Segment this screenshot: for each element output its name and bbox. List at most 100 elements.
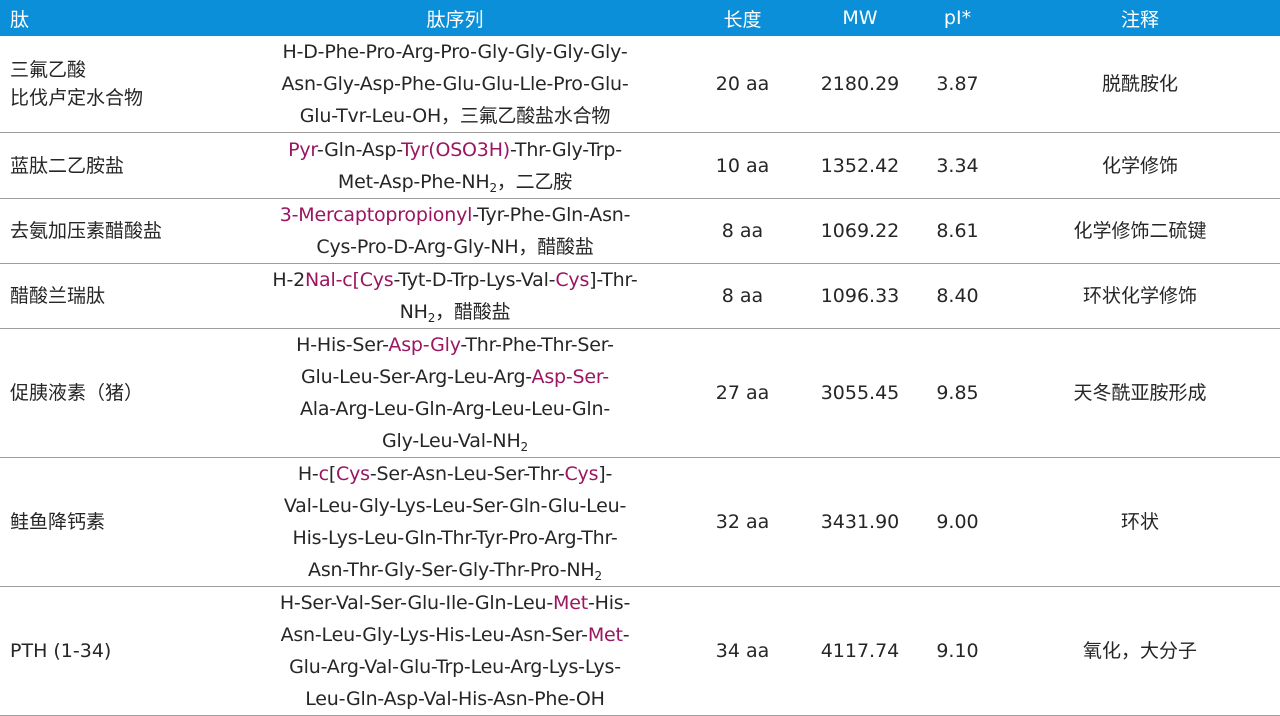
sequence-text: [ xyxy=(328,463,337,485)
sequence-text: Glu-Tvr-Leu-OH，三氟乙酸盐水合物 xyxy=(299,105,611,127)
highlighted-residue: Met xyxy=(553,592,588,614)
subscript: 2 xyxy=(520,440,529,454)
sequence-line: Glu-Arg-Val-Glu-Trp-Leu-Arg-Lys-Lys- xyxy=(230,651,680,683)
sequence-text: Asn-Gly-Asp-Phe-Glu-Glu-Lle-Pro-Glu- xyxy=(281,73,629,95)
peptide-mw: 1069.22 xyxy=(805,198,915,264)
peptide-name: 去氨加压素醋酸盐 xyxy=(0,198,230,264)
sequence-text: -Gln-Asp- xyxy=(316,138,402,161)
sequence-line: Met-Asp-Phe-NH2，二乙胺 xyxy=(230,166,680,198)
sequence-text: His-Lys-Leu-Gln-Thr-Tyr-Pro-Arg-Thr- xyxy=(292,527,618,549)
peptide-note: 环状化学修饰 xyxy=(1000,263,1280,329)
sequence-text: Asn-Thr-Gly-Ser-Gly-Thr-Pro-NH xyxy=(308,559,595,581)
peptide-sequence: 3-Mercaptopropionyl-Tyr-Phe-Gln-Asn- Cys-… xyxy=(230,198,680,264)
peptide-pi: 8.61 xyxy=(915,198,1000,264)
peptide-name: 蓝肽二乙胺盐 xyxy=(0,132,230,199)
sequence-line: H-Ser-Val-Ser-Glu-Ile-Gln-Leu-Met-His- xyxy=(230,587,680,619)
sequence-text: Met-Asp-Phe-NH xyxy=(337,170,490,193)
sequence-text: H-Ser-Val-Ser-Glu-Ile-Gln-Leu- xyxy=(279,592,554,614)
sequence-line: Pyr-Gln-Asp-Tyr(OSO3H)-Thr-Gly-Trp- xyxy=(230,134,680,166)
peptide-note: 氧化，大分子 xyxy=(1000,586,1280,716)
sequence-text: Cys-Pro-D-Arg-Gly-NH，醋酸盐 xyxy=(316,236,594,258)
sequence-line: Glu-Tvr-Leu-OH，三氟乙酸盐水合物 xyxy=(230,100,680,132)
peptide-table: 肽 肽序列 长度 MW pI* 注释 三氟乙酸 比伐卢定水合物 H-D-Phe-… xyxy=(0,0,1280,716)
peptide-note: 环状 xyxy=(1000,457,1280,587)
peptide-note: 化学修饰二硫键 xyxy=(1000,198,1280,264)
peptide-mw: 1096.33 xyxy=(805,263,915,329)
header-mw: MW xyxy=(805,0,915,36)
sequence-text: H-His-Ser- xyxy=(296,334,389,356)
sequence-line: Asn-Gly-Asp-Phe-Glu-Glu-Lle-Pro-Glu- xyxy=(230,68,680,100)
peptide-length: 20 aa xyxy=(680,36,805,133)
sequence-line: H-His-Ser-Asp-Gly-Thr-Phe-Thr-Ser- xyxy=(230,329,680,361)
peptide-pi: 3.87 xyxy=(915,36,1000,133)
sequence-text: Ala-Arg-Leu-Gln-Arg-Leu-Leu-Gln- xyxy=(299,398,611,420)
peptide-pi: 9.10 xyxy=(915,586,1000,716)
highlighted-residue: Cys xyxy=(336,463,370,485)
peptide-sequence: H-D-Phe-Pro-Arg-Pro-Gly-Gly-Gly-Gly- Asn-… xyxy=(230,36,680,133)
sequence-text: ，二乙胺 xyxy=(496,170,573,193)
sequence-line: H-2Nal-c[Cys-Tyt-D-Trp-Lys-Val-Cys]-Thr- xyxy=(230,264,680,296)
sequence-text: - xyxy=(622,624,630,646)
header-peptide: 肽 xyxy=(0,0,230,36)
sequence-line: H-D-Phe-Pro-Arg-Pro-Gly-Gly-Gly-Gly- xyxy=(230,36,680,68)
peptide-mw: 2180.29 xyxy=(805,36,915,133)
sequence-text: -Ser-Asn-Leu-Ser-Thr- xyxy=(369,463,565,485)
header-pi: pI* xyxy=(915,0,1000,36)
sequence-text: H-D-Phe-Pro-Arg-Pro-Gly-Gly-Gly-Gly- xyxy=(282,41,628,63)
peptide-pi: 3.34 xyxy=(915,132,1000,199)
peptide-name: 鲑鱼降钙素 xyxy=(0,457,230,587)
sequence-text: Glu-Arg-Val-Glu-Trp-Leu-Arg-Lys-Lys- xyxy=(289,656,621,678)
highlighted-residue: Cys xyxy=(564,463,599,485)
table-row: PTH (1-34) H-Ser-Val-Ser-Glu-Ile-Gln-Leu… xyxy=(0,586,1280,716)
subscript: 2 xyxy=(594,569,603,583)
peptide-sequence: Pyr-Gln-Asp-Tyr(OSO3H)-Thr-Gly-Trp- Met-A… xyxy=(230,132,680,199)
sequence-line: H-c[Cys-Ser-Asn-Leu-Ser-Thr-Cys]- xyxy=(230,458,680,490)
table-row: 去氨加压素醋酸盐 3-Mercaptopropionyl-Tyr-Phe-Gln… xyxy=(0,198,1280,264)
sequence-text: Asn-Leu-Gly-Lys-His-Leu-Asn-Ser- xyxy=(280,624,588,646)
sequence-text: -Tyr-Phe-Gln-Asn- xyxy=(472,204,631,226)
sequence-text: -His- xyxy=(587,592,631,614)
sequence-text: Gly-Leu-Val-NH xyxy=(382,430,521,452)
highlighted-residue: Pyr xyxy=(288,138,317,161)
sequence-text: -Thr-Gly-Trp- xyxy=(510,138,622,161)
peptide-note: 化学修饰 xyxy=(1000,132,1280,199)
sequence-text: ]-Thr- xyxy=(589,269,638,291)
highlighted-residue: 3-Mercaptopropionyl xyxy=(279,204,473,226)
peptide-name: 促胰液素（猪） xyxy=(0,328,230,458)
peptide-name-line1: 三氟乙酸 xyxy=(10,59,87,81)
sequence-text: Leu-Gln-Asp-Val-His-Asn-Phe-OH xyxy=(305,688,605,710)
peptide-sequence: H-Ser-Val-Ser-Glu-Ile-Gln-Leu-Met-His- As… xyxy=(230,586,680,716)
highlighted-residue: Cys xyxy=(555,269,590,291)
sequence-line: Asn-Thr-Gly-Ser-Gly-Thr-Pro-NH2 xyxy=(230,554,680,586)
peptide-length: 32 aa xyxy=(680,457,805,587)
sequence-line: Glu-Leu-Ser-Arg-Leu-Arg-Asp-Ser- xyxy=(230,361,680,393)
sequence-line: Asn-Leu-Gly-Lys-His-Leu-Asn-Ser-Met- xyxy=(230,619,680,651)
peptide-length: 8 aa xyxy=(680,198,805,264)
sequence-line: NH2，醋酸盐 xyxy=(230,296,680,328)
sequence-text: -Thr-Phe-Thr-Ser- xyxy=(460,334,614,356)
sequence-text: -Tyt-D-Trp-Lys-Val- xyxy=(393,269,556,291)
sequence-text: ，醋酸盐 xyxy=(435,301,511,323)
peptide-pi: 8.40 xyxy=(915,263,1000,329)
peptide-length: 10 aa xyxy=(680,132,805,199)
header-note: 注释 xyxy=(1000,0,1280,36)
peptide-sequence: H-c[Cys-Ser-Asn-Leu-Ser-Thr-Cys]- Val-Leu… xyxy=(230,457,680,587)
peptide-mw: 4117.74 xyxy=(805,586,915,716)
peptide-length: 8 aa xyxy=(680,263,805,329)
highlighted-residue: Asp-Ser- xyxy=(531,366,610,388)
table-row: 醋酸兰瑞肽 H-2Nal-c[Cys-Tyt-D-Trp-Lys-Val-Cys… xyxy=(0,263,1280,329)
peptide-length: 27 aa xyxy=(680,328,805,458)
peptide-sequence: H-His-Ser-Asp-Gly-Thr-Phe-Thr-Ser- Glu-Le… xyxy=(230,328,680,458)
header-length: 长度 xyxy=(680,0,805,36)
highlighted-residue: Met xyxy=(587,624,623,646)
sequence-line: Leu-Gln-Asp-Val-His-Asn-Phe-OH xyxy=(230,683,680,715)
table-row: 蓝肽二乙胺盐 Pyr-Gln-Asp-Tyr(OSO3H)-Thr-Gly-Tr… xyxy=(0,132,1280,199)
sequence-text: Val-Leu-Gly-Lys-Leu-Ser-Gln-Glu-Leu- xyxy=(283,495,627,517)
sequence-line: Gly-Leu-Val-NH2 xyxy=(230,425,680,457)
peptide-note: 天冬酰亚胺形成 xyxy=(1000,328,1280,458)
peptide-mw: 3055.45 xyxy=(805,328,915,458)
sequence-text: NH xyxy=(399,301,428,323)
peptide-name: 醋酸兰瑞肽 xyxy=(0,263,230,329)
highlighted-residue: Tyr(OSO3H) xyxy=(401,138,510,161)
highlighted-residue: Nal-c[Cys xyxy=(305,269,394,291)
